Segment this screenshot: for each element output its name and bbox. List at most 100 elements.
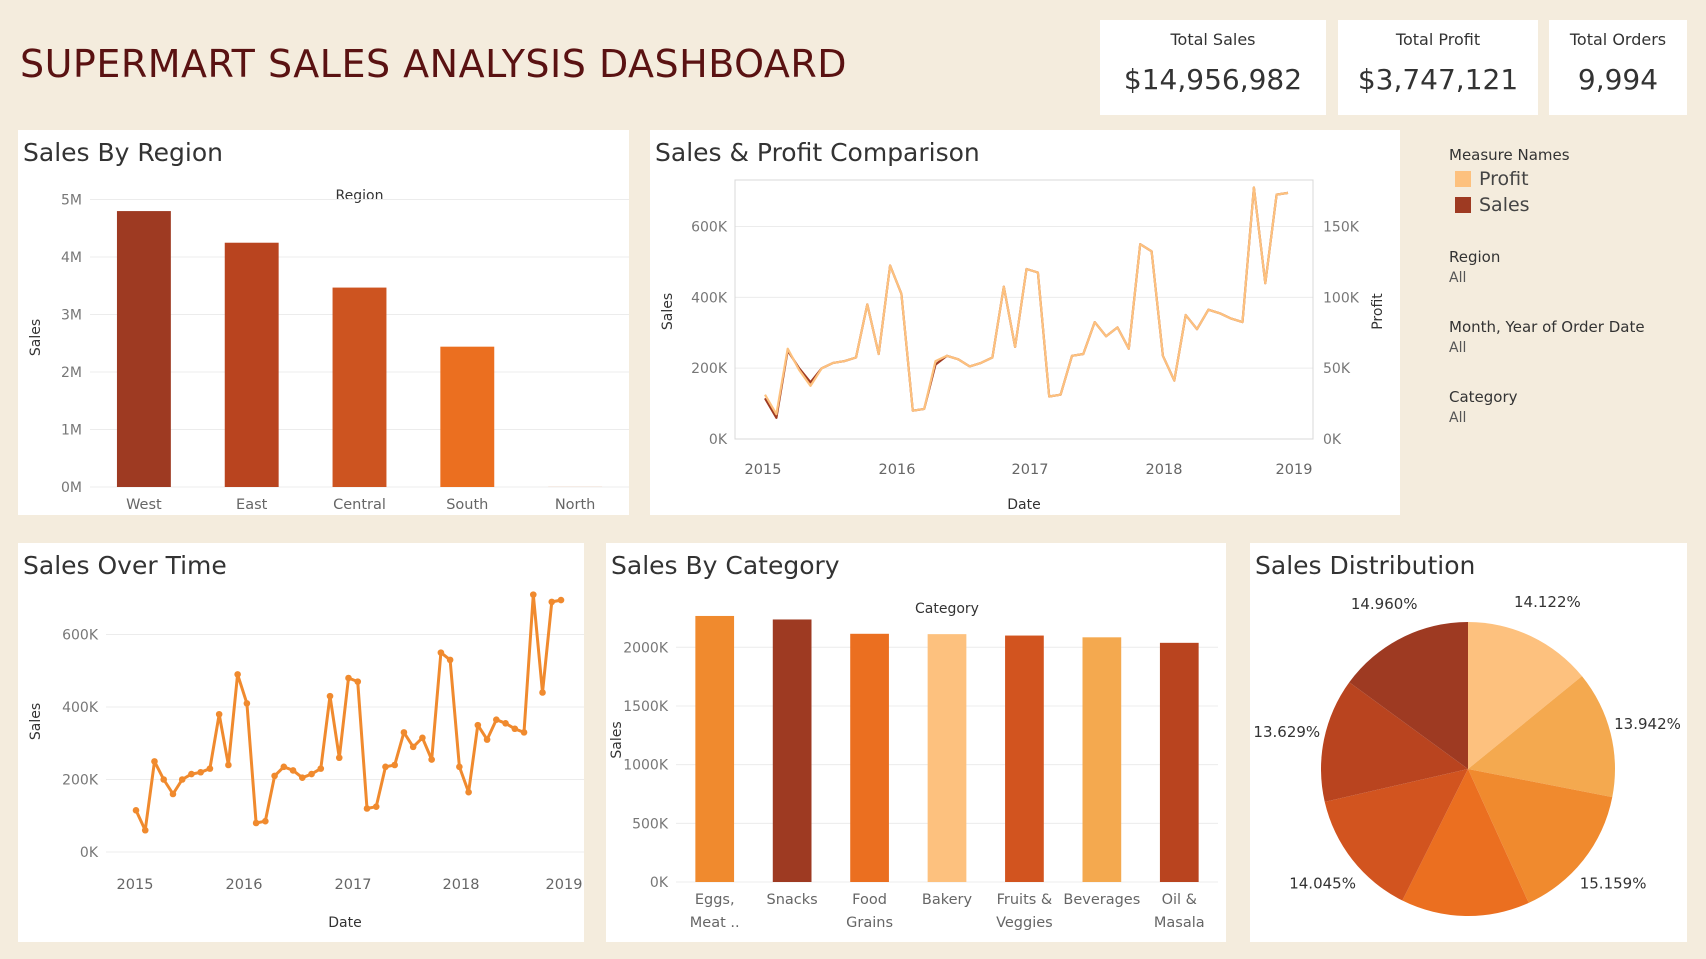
data-point — [345, 674, 352, 682]
x-tick-label: 2019 — [546, 877, 583, 893]
x-tick-label: South — [446, 497, 488, 513]
kpi-label: Total Profit — [1395, 30, 1481, 49]
sales-distribution-chart: 14.122%13.942%15.159%14.142%14.045%13.62… — [1253, 593, 1681, 917]
data-point — [400, 729, 408, 736]
panel-sales-by-region: Sales By Region Region 0M 1M 2M 3M 4M 5M Sales W… — [18, 130, 629, 515]
data-point — [465, 788, 472, 796]
bar — [927, 634, 967, 882]
y-axis-label: Sales — [28, 703, 44, 740]
measure-names-legend: Measure Names Profit Sales — [1449, 146, 1570, 216]
y-tick-label: 400K — [62, 700, 99, 716]
y2-tick-label: 150K — [1323, 220, 1360, 236]
x-tick-label: West — [126, 497, 162, 513]
pie-label: 13.942% — [1614, 715, 1681, 733]
pie-label: 13.629% — [1253, 723, 1320, 741]
bar — [440, 346, 495, 487]
pie-label: 15.159% — [1580, 875, 1647, 893]
data-point — [225, 761, 232, 769]
y-tick-label: 500K — [632, 816, 669, 832]
data-point — [141, 826, 149, 834]
legend-item-sales[interactable]: Sales — [1449, 194, 1570, 216]
x-tick-label: Bakery — [922, 892, 973, 908]
kpi-value: 9,994 — [1577, 63, 1659, 96]
data-point — [409, 743, 417, 751]
data-point — [382, 763, 389, 771]
x-tick-label: Veggies — [996, 915, 1053, 931]
data-point — [234, 671, 241, 678]
series-line-sales — [134, 593, 562, 832]
data-point — [354, 678, 362, 685]
data-point — [483, 736, 491, 743]
y-tick-label: 0K — [650, 875, 669, 891]
y-axis-label: Sales — [660, 293, 676, 330]
sales-over-time-chart: 0K 200K 400K 600K Sales 2015 2016 2017 2018 2019 D… — [28, 591, 584, 931]
y-tick-label: 600K — [62, 628, 99, 644]
panel-sales-distribution: Sales Distribution 14.122% 13.942% 15.159%… — [1250, 543, 1687, 942]
x-tick-label: Fruits & — [997, 892, 1053, 908]
data-point — [326, 692, 334, 700]
data-point — [372, 803, 380, 810]
data-point — [262, 817, 269, 825]
filter-region[interactable]: Region All — [1449, 248, 1500, 286]
x-axis-label: Date — [1007, 497, 1040, 513]
data-point — [539, 689, 546, 696]
data-point — [529, 591, 537, 598]
data-point — [520, 729, 528, 736]
filter-category[interactable]: Category All — [1449, 388, 1518, 426]
x-tick-label: Beverages — [1063, 892, 1140, 908]
bar — [850, 633, 889, 882]
data-point — [308, 770, 315, 778]
x-tick-label: 2017 — [1012, 462, 1049, 478]
y-tick-label: 3M — [61, 308, 82, 324]
filter-value: All — [1449, 340, 1467, 356]
y-tick-label: 2000K — [623, 640, 669, 656]
x-tick-label: Meat .. — [690, 915, 740, 931]
data-point — [178, 776, 186, 783]
dashboard-title: SUPERMART SALES ANALYSIS DASHBOARD — [20, 42, 848, 86]
y-tick-label: 2M — [61, 365, 82, 381]
legend-item-profit[interactable]: Profit — [1449, 168, 1570, 190]
panel-sales-profit-comparison: Sales & Profit Comparison 0K 200K 400K 600K… — [650, 130, 1400, 515]
bar — [116, 211, 171, 488]
data-point — [197, 768, 204, 776]
data-point — [317, 765, 325, 772]
x-tick-label: Snacks — [767, 892, 818, 908]
y-tick-label: 200K — [62, 773, 99, 789]
kpi-total-orders: Total Orders 9,994 — [1549, 20, 1687, 115]
x-tick-label: North — [555, 497, 596, 513]
y-tick-label: 0K — [709, 432, 728, 448]
filter-order-date[interactable]: Month, Year of Order Date All — [1449, 318, 1645, 356]
data-point — [446, 656, 454, 664]
x-tick-label: Central — [333, 497, 386, 513]
data-point — [169, 790, 177, 798]
data-point — [243, 700, 251, 707]
legend-swatch-profit — [1455, 171, 1471, 187]
bar — [1005, 635, 1044, 882]
data-point — [419, 734, 426, 742]
sales-by-category-chart: Category 0K 500K 1000K 1500K 2000K Sales Eggs, M… — [609, 601, 1218, 931]
data-point — [548, 598, 556, 606]
sales-profit-comparison-chart: 0K 200K 400K 600K 0K 50K 100K 150K Profit Sales 20… — [660, 179, 1386, 513]
pie-label: 14.122% — [1514, 593, 1581, 611]
filter-value: All — [1449, 270, 1467, 286]
data-point — [280, 763, 288, 771]
plot-frame — [734, 179, 1314, 440]
y2-tick-label: 0K — [1323, 432, 1342, 448]
data-point — [299, 774, 306, 781]
y-tick-label: 4M — [61, 250, 82, 266]
data-point — [215, 710, 223, 718]
x-tick-label: 2015 — [117, 877, 154, 893]
data-point — [502, 720, 509, 727]
pie-label: 14.045% — [1289, 874, 1356, 892]
y-tick-label: 0K — [80, 845, 99, 861]
chart-header: Category — [915, 601, 979, 617]
y-axis-label: Sales — [28, 319, 44, 356]
x-tick-label: 2017 — [335, 877, 372, 893]
x-tick-label: Eggs, — [695, 892, 735, 908]
data-point — [271, 772, 278, 780]
y-axis-label: Sales — [609, 721, 625, 758]
bar — [332, 287, 387, 487]
y-tick-label: 400K — [691, 290, 728, 306]
y-tick-label: 5M — [61, 193, 82, 209]
x-tick-label: Food — [852, 892, 887, 908]
